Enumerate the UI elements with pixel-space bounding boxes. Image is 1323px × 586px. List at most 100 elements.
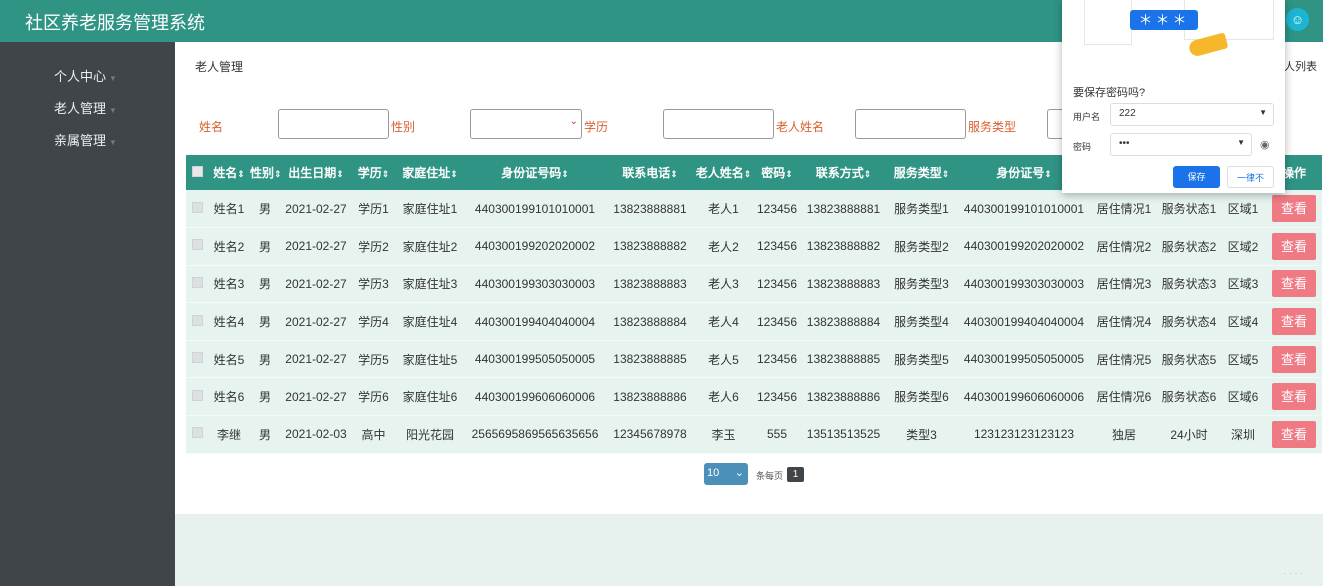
sort-icon[interactable]: ⇕: [561, 169, 569, 179]
sort-icon[interactable]: ⇕: [382, 169, 390, 179]
table-cell: 24小时: [1158, 415, 1220, 454]
table-cell: 13823888886: [605, 377, 695, 417]
action-cell: 查看: [1266, 340, 1322, 379]
table-cell: 440300199101010001: [958, 190, 1090, 229]
table-cell: 学历3: [352, 265, 395, 304]
table-cell: 555: [752, 415, 802, 454]
search-elder-name-input[interactable]: [855, 109, 966, 139]
table-cell: 服务类型1: [885, 190, 958, 229]
view-button[interactable]: 查看: [1272, 345, 1316, 373]
sort-icon[interactable]: ⇕: [1044, 169, 1052, 179]
row-checkbox[interactable]: [191, 352, 203, 364]
sidebar-item-personal-center[interactable]: 个人中心 ▼: [54, 66, 117, 85]
column-header[interactable]: 姓名⇕: [208, 155, 250, 190]
column-header[interactable]: 身份证号码⇕: [465, 155, 605, 190]
search-gender-select[interactable]: ⌄: [470, 109, 582, 139]
sort-icon[interactable]: ⇕: [670, 169, 678, 179]
page-button-1[interactable]: 1: [787, 467, 804, 482]
view-button[interactable]: 查看: [1272, 383, 1316, 411]
table-cell: 男: [250, 227, 280, 266]
column-header[interactable]: 性别⇕: [250, 155, 280, 190]
sort-icon[interactable]: ⇕: [274, 169, 280, 179]
never-button[interactable]: 一律不: [1227, 166, 1274, 188]
table-cell: 13823888883: [605, 265, 695, 304]
row-checkbox[interactable]: [191, 239, 203, 251]
table-cell: 440300199606060006: [958, 377, 1090, 417]
table-cell: 老人3: [695, 265, 752, 304]
table-cell: 440300199101010001: [465, 190, 605, 229]
search-label-service-type: 服务类型: [968, 120, 1017, 134]
sort-icon[interactable]: ⇕: [942, 169, 950, 179]
column-header[interactable]: 出生日期⇕: [280, 155, 352, 190]
decoration-dots: · · · ·: [1283, 568, 1304, 578]
table-cell: 学历4: [352, 302, 395, 341]
row-checkbox[interactable]: [191, 427, 203, 439]
column-header[interactable]: 联系方式⇕: [802, 155, 885, 190]
row-checkbox-cell: [186, 265, 208, 304]
table-cell: 440300199404040004: [958, 302, 1090, 341]
table-cell: 2021-02-27: [280, 265, 352, 304]
password-field[interactable]: ••• ▼: [1110, 133, 1252, 156]
table-row: 姓名3 男 2021-02-27 学历3 家庭住址3 440300199303030003…: [186, 265, 1322, 304]
search-education-input[interactable]: [663, 109, 774, 139]
table-cell: 居住情况3: [1090, 265, 1158, 304]
column-header[interactable]: 学历⇕: [352, 155, 395, 190]
page-size-select[interactable]: 10 ⌄: [704, 463, 748, 485]
select-all-checkbox[interactable]: [191, 165, 203, 177]
column-header[interactable]: 服务类型⇕: [885, 155, 958, 190]
table-cell: 440300199505050005: [465, 340, 605, 379]
table-cell: 13823888883: [802, 265, 885, 304]
table-cell: 李继: [208, 415, 250, 454]
sidebar-item-elder-management[interactable]: 老人管理 ▼: [54, 98, 117, 117]
sort-icon[interactable]: ⇕: [744, 169, 752, 179]
table-cell: 服务类型3: [885, 265, 958, 304]
view-button[interactable]: 查看: [1272, 308, 1316, 336]
row-checkbox[interactable]: [191, 314, 203, 326]
sort-icon[interactable]: ⇕: [785, 169, 793, 179]
sort-icon[interactable]: ⇕: [237, 169, 245, 179]
table-cell: 区域1: [1220, 190, 1266, 229]
table-cell: 440300199202020002: [465, 227, 605, 266]
eye-icon[interactable]: ◉: [1260, 138, 1270, 151]
table-cell: 老人6: [695, 377, 752, 417]
view-button[interactable]: 查看: [1272, 195, 1316, 223]
table-row: 姓名2 男 2021-02-27 学历2 家庭住址2 440300199202020002…: [186, 227, 1322, 266]
view-button[interactable]: 查看: [1272, 270, 1316, 298]
sort-icon[interactable]: ⇕: [450, 169, 458, 179]
view-button[interactable]: 查看: [1272, 420, 1316, 448]
column-header[interactable]: 老人姓名⇕: [695, 155, 752, 190]
sort-icon[interactable]: ⇕: [864, 169, 872, 179]
sidebar-item-relative-management[interactable]: 亲属管理 ▼: [54, 130, 117, 149]
page-size-value: 10: [707, 467, 720, 479]
sort-icon[interactable]: ⇕: [336, 169, 344, 179]
table-cell: 13823888885: [605, 340, 695, 379]
caret-down-icon: ▼: [109, 138, 117, 147]
table-cell: 居住情况6: [1090, 377, 1158, 417]
chevron-down-icon: ⌄: [569, 116, 578, 127]
row-checkbox[interactable]: [191, 389, 203, 401]
table-cell: 居住情况5: [1090, 340, 1158, 379]
save-button[interactable]: 保存: [1173, 166, 1220, 188]
search-label-elder-name: 老人姓名: [776, 120, 825, 134]
column-header-label: 出生日期: [288, 166, 337, 180]
column-header-label: 密码: [761, 166, 786, 180]
view-button[interactable]: 查看: [1272, 232, 1316, 260]
search-name-input[interactable]: [278, 109, 389, 139]
column-header[interactable]: 联系电话⇕: [605, 155, 695, 190]
table-cell: 男: [250, 340, 280, 379]
popup-question: 要保存密码吗?: [1073, 87, 1146, 99]
username-field[interactable]: 222 ▼: [1110, 103, 1274, 126]
table-cell: 服务类型2: [885, 227, 958, 266]
row-checkbox[interactable]: [191, 276, 203, 288]
row-checkbox-cell: [186, 227, 208, 266]
table-cell: 13823888881: [802, 190, 885, 229]
column-header[interactable]: 家庭住址⇕: [395, 155, 465, 190]
search-label-gender: 性别: [391, 120, 416, 134]
table-cell: 男: [250, 415, 280, 454]
table-row: 姓名5 男 2021-02-27 学历5 家庭住址5 440300199505050005…: [186, 340, 1322, 379]
column-header[interactable]: 密码⇕: [752, 155, 802, 190]
table-cell: 类型3: [885, 415, 958, 454]
row-checkbox[interactable]: [191, 201, 203, 213]
user-avatar-icon[interactable]: ☺: [1286, 8, 1309, 31]
table-row: 姓名1 男 2021-02-27 学历1 家庭住址1 440300199101010001…: [186, 190, 1322, 229]
